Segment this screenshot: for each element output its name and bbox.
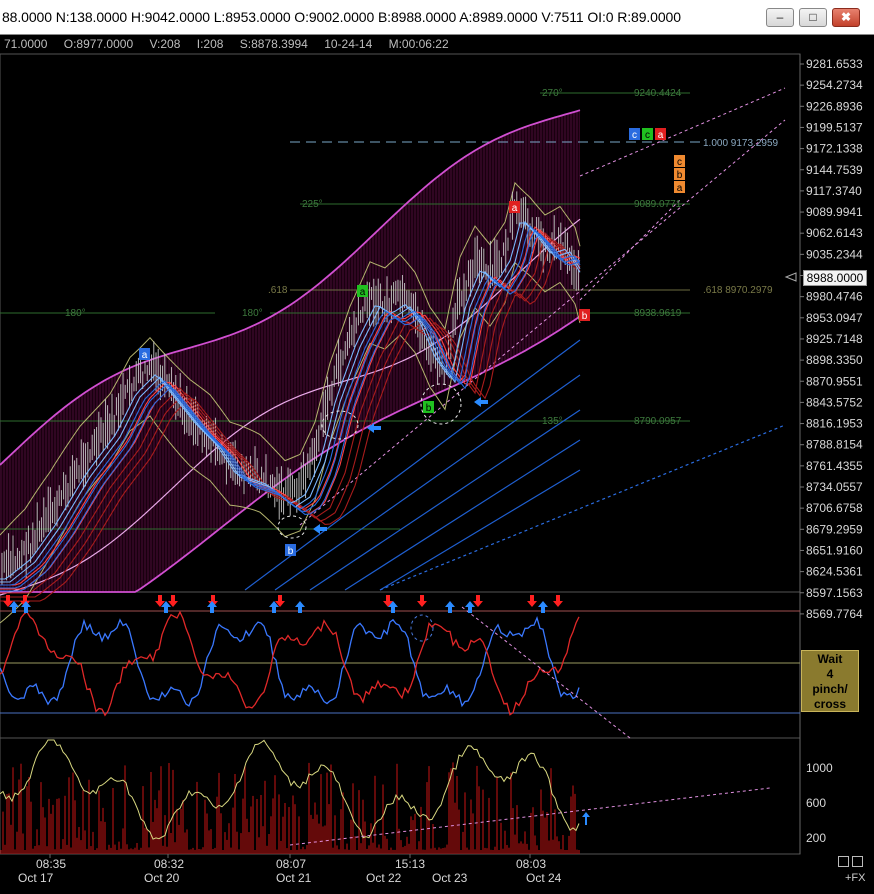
marker-b-red: b: [582, 311, 588, 322]
price-tick: 8651.9160: [806, 543, 863, 557]
gann-225-value: 9089.0771: [634, 199, 682, 210]
price-tick: 8980.4746: [806, 290, 863, 304]
marker-stack-a: a: [677, 183, 683, 194]
time-tick: 08:35: [36, 857, 66, 871]
pitchfork-line: [579, 199, 681, 301]
signal-line-3: pinch/: [812, 682, 848, 696]
price-tick: 9281.6533: [806, 57, 863, 71]
marker-b-blue: b: [288, 546, 294, 557]
marker-a-blue: a: [142, 350, 148, 361]
volume-tick: 600: [806, 796, 826, 810]
down-arrow-icon: [527, 595, 537, 607]
signal-line-4: cross: [813, 697, 847, 711]
gann-225-label: 225°: [302, 199, 323, 210]
date-tick: Oct 21: [276, 871, 312, 885]
marker-c-blue: c: [632, 130, 637, 141]
time-tick: 08:32: [154, 857, 184, 871]
signal-status-box: Wait 4 pinch/ cross: [801, 650, 859, 712]
price-tick: 8734.0557: [806, 480, 863, 494]
oscillator-blue-line: [0, 616, 580, 708]
price-tick: 8870.9551: [806, 374, 863, 388]
price-tick: 9226.8936: [806, 99, 863, 113]
gann-180-value: 8938.9619: [634, 308, 682, 319]
price-tick: 8843.5752: [806, 395, 863, 409]
date-tick: Oct 20: [144, 871, 180, 885]
gann-180-label: 180°: [242, 308, 263, 319]
fib-618-left-label: .618: [268, 285, 288, 296]
gann-135-label: 135°: [542, 416, 563, 427]
price-tick: 8953.0947: [806, 311, 863, 325]
price-tick: 8788.8154: [806, 438, 863, 452]
price-tick: 8569.7764: [806, 607, 863, 621]
marker-stack-c: c: [677, 157, 682, 168]
marker-c-green: c: [645, 130, 650, 141]
down-arrow-icon: [417, 595, 427, 607]
volume-bars: [0, 762, 580, 854]
last-price-pointer-icon: [784, 272, 797, 282]
signal-line-2: 4: [826, 667, 834, 681]
date-tick: Oct 24: [526, 871, 562, 885]
chart-canvas[interactable]: a b a b a b c c a c b a 270° 9240.4424 2…: [0, 0, 874, 894]
time-tick: 08:07: [276, 857, 306, 871]
marker-b-green: b: [426, 403, 432, 414]
price-tick: 9144.7539: [806, 163, 863, 177]
fib-1000-label: 1.000 9173.2959: [703, 138, 779, 149]
price-tick: 8597.1563: [806, 586, 863, 600]
volume-panel-frame: [0, 737, 801, 855]
time-axis-ticks: [49, 854, 531, 858]
volume-tick: 1000: [806, 761, 833, 775]
volume-axis: 1000 600 200: [806, 761, 833, 845]
blue-dotted-trend: [379, 424, 786, 591]
gann-135-value: 8790.0957: [634, 416, 682, 427]
fib-618-right-label: .618 8970.2979: [703, 285, 773, 296]
price-tick: 9254.2734: [806, 78, 863, 92]
last-price-tag: 8988.0000: [803, 270, 867, 286]
date-tick: Oct 22: [366, 871, 402, 885]
price-tick: 9199.5137: [806, 120, 863, 134]
price-tick: 8816.1953: [806, 417, 863, 431]
envelope-fill: [0, 110, 580, 592]
down-arrow-icon: [473, 595, 483, 607]
volume-tick: 200: [806, 831, 826, 845]
signal-arrows: [3, 595, 563, 613]
gann-270-label: 270°: [542, 88, 563, 99]
signal-line-1: Wait: [817, 652, 843, 666]
price-tick: 8925.7148: [806, 332, 863, 346]
price-tick: 9035.2344: [806, 247, 863, 261]
date-tick: Oct 23: [432, 871, 468, 885]
price-tick: 8679.2959: [806, 522, 863, 536]
marker-stack-b: b: [677, 170, 683, 181]
price-tick: 9089.9941: [806, 205, 863, 219]
price-tick: 8898.3350: [806, 353, 863, 367]
price-axis: 9281.6533 9254.2734 9226.8936 9199.5137 9172…: [800, 57, 863, 621]
time-tick: 08:03: [516, 857, 546, 871]
time-tick: 15:13: [395, 857, 425, 871]
price-tick: 8706.6758: [806, 501, 863, 515]
marker-a-green: a: [360, 287, 366, 298]
price-tick: 8761.4355: [806, 459, 863, 473]
price-tick: 8624.5361: [806, 565, 863, 579]
gann-270-value: 9240.4424: [634, 88, 682, 99]
panel-toggle-button[interactable]: [852, 856, 863, 867]
marker-a-red: a: [512, 203, 518, 214]
price-tick: 9172.1338: [806, 142, 863, 156]
price-tick: 9062.6143: [806, 226, 863, 240]
time-axis: 08:35 08:32 08:07 15:13 08:03 Oct 17 Oct…: [18, 857, 562, 885]
panel-toggle-button[interactable]: [838, 856, 849, 867]
price-tick: 9117.3740: [806, 184, 862, 198]
oscillator-panel-frame: [0, 591, 801, 739]
gann-180-left-label: 180°: [65, 308, 86, 319]
up-arrow-icon: [582, 812, 590, 825]
volume-trend: [289, 787, 771, 846]
marker-a-red-top: a: [658, 130, 664, 141]
down-arrow-icon: [553, 595, 563, 607]
date-tick: Oct 17: [18, 871, 54, 885]
fx-label[interactable]: +FX: [845, 872, 865, 884]
